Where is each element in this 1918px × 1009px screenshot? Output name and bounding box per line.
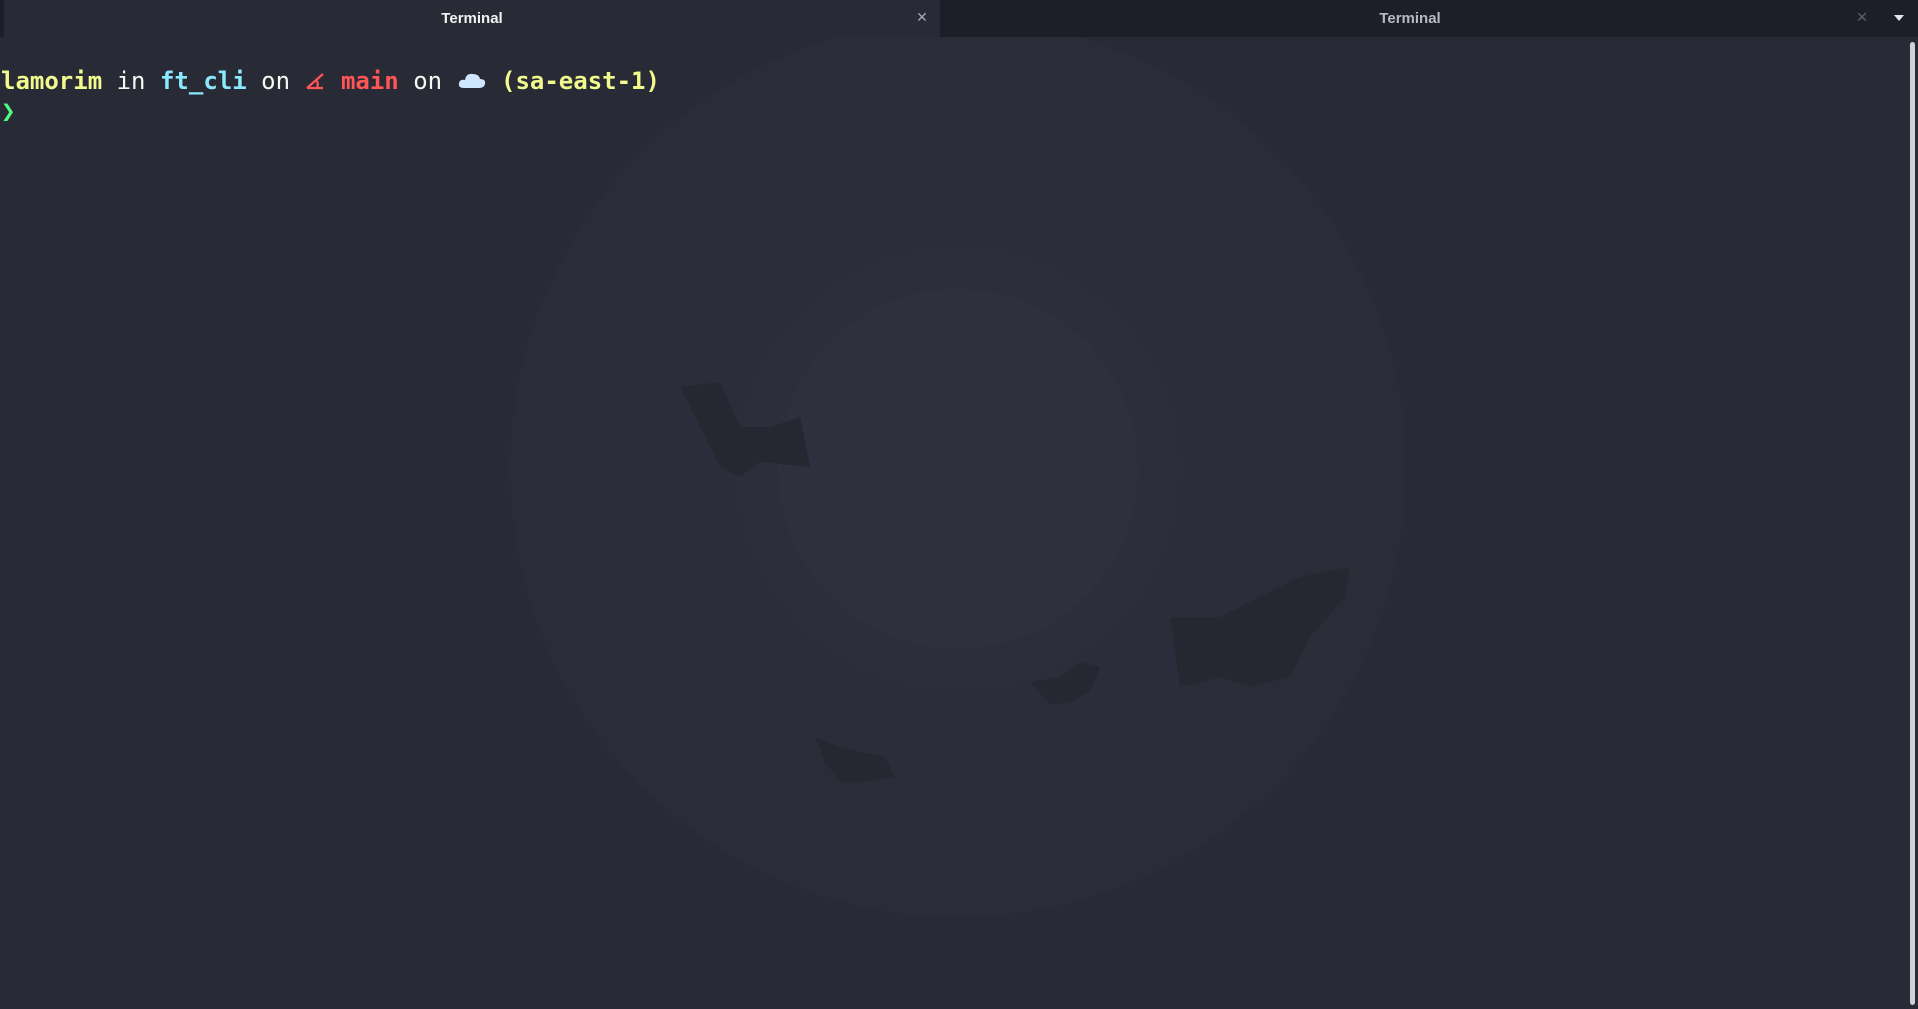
scrollbar[interactable] bbox=[1910, 42, 1915, 1005]
cloud-icon bbox=[458, 73, 485, 88]
prompt-directory: ft_cli bbox=[159, 67, 247, 95]
tab-bar: Terminal ✕ Terminal ✕ bbox=[0, 0, 1918, 37]
prompt-on-word: on bbox=[261, 67, 291, 95]
tab-terminal-1[interactable]: Terminal ✕ bbox=[4, 0, 940, 37]
close-icon[interactable]: ✕ bbox=[912, 8, 932, 28]
prompt-user: lamorim bbox=[1, 67, 103, 95]
terminal-area[interactable]: lamorim in ft_cli on main on (sa-east-1)… bbox=[0, 37, 1908, 1009]
input-prompt-line[interactable]: ❯ bbox=[1, 96, 15, 126]
git-branch-icon bbox=[306, 73, 325, 90]
chevron-down-icon bbox=[1894, 15, 1904, 21]
prompt-info-line: lamorim in ft_cli on main on (sa-east-1) bbox=[1, 66, 660, 96]
prompt-symbol: ❯ bbox=[1, 97, 16, 125]
prompt-aws-region: (sa-east-1) bbox=[501, 67, 660, 95]
close-icon[interactable]: ✕ bbox=[1852, 8, 1872, 28]
tab-label: Terminal bbox=[441, 10, 503, 27]
tab-terminal-2[interactable]: Terminal ✕ bbox=[940, 0, 1880, 37]
prompt-branch: main bbox=[340, 67, 399, 95]
tab-label: Terminal bbox=[1379, 10, 1441, 27]
prompt-in-word: in bbox=[116, 67, 146, 95]
prompt-on-word: on bbox=[413, 67, 443, 95]
tab-menu-button[interactable] bbox=[1888, 8, 1910, 28]
